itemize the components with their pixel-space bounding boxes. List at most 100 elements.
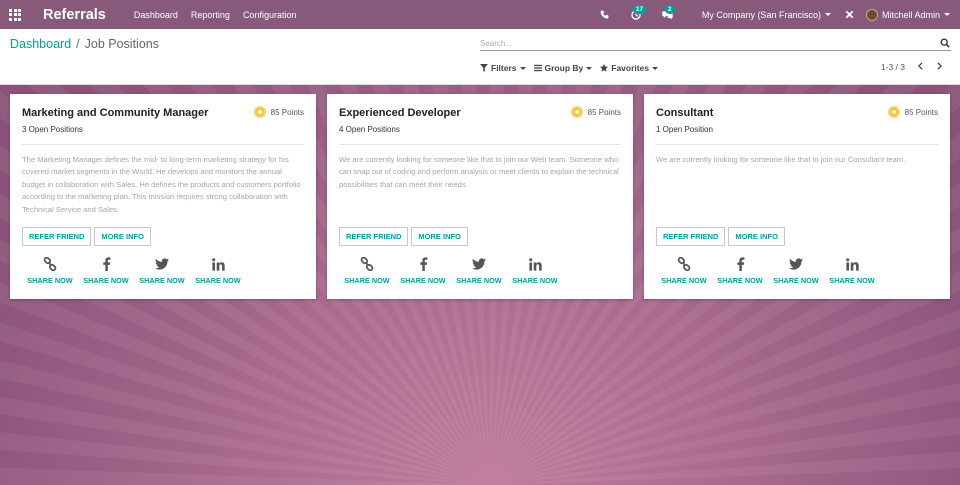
share-link[interactable]: SHARE NOW [656,257,712,285]
pager-value[interactable]: 1-3 / 3 [881,62,905,72]
job-description: We are currently looking for someone lik… [339,155,619,189]
user-menu[interactable]: Mitchell Admin [865,8,950,21]
share-now-label: SHARE NOW [83,276,129,285]
chevron-down-icon [519,66,526,70]
apps-menu-icon[interactable] [0,0,30,29]
search-input[interactable] [480,38,951,48]
control-panel: Dashboard / Job Positions Filters Group … [0,29,960,85]
chevron-down-icon [944,13,950,16]
messages-icon[interactable]: 2 [656,0,680,29]
share-linkedin[interactable]: SHARE NOW [824,257,880,285]
facebook-icon [102,257,111,271]
share-row: SHARE NOW SHARE NOW SHARE NOW SHARE NOW [339,257,563,285]
link-icon [360,257,374,271]
list-icon [533,64,542,72]
app-brand[interactable]: Referrals [43,7,106,23]
company-switcher[interactable]: My Company (San Francisco) [702,10,831,20]
facebook-icon [419,257,428,271]
menu-configuration[interactable]: Configuration [243,10,297,20]
twitter-icon [472,257,486,271]
filter-icon [480,64,488,72]
breadcrumb-separator: / [76,37,80,51]
page-title: Job Positions [84,37,159,51]
share-linkedin[interactable]: SHARE NOW [507,257,563,285]
share-now-label: SHARE NOW [400,276,446,285]
favorites-button[interactable]: Favorites [600,63,659,73]
search-icon[interactable] [940,38,950,50]
chevron-down-icon [824,13,831,16]
divider [656,144,938,145]
filters-button[interactable]: Filters [480,63,526,73]
points-badge: 85 Points [887,106,938,118]
card-actions: REFER FRIEND MORE INFO [22,227,151,246]
refer-friend-button[interactable]: REFER FRIEND [656,227,726,246]
share-now-label: SHARE NOW [195,276,241,285]
group-by-button[interactable]: Group By [533,63,593,73]
link-icon [43,257,57,271]
more-info-button[interactable]: MORE INFO [94,227,151,246]
coin-icon [253,106,266,118]
close-icon[interactable] [845,0,854,29]
star-icon [600,64,609,72]
more-info-button[interactable]: MORE INFO [728,227,785,246]
share-facebook[interactable]: SHARE NOW [712,257,768,285]
share-facebook[interactable]: SHARE NOW [78,257,134,285]
job-description: We are currently looking for someone lik… [656,155,906,164]
share-link[interactable]: SHARE NOW [339,257,395,285]
job-title[interactable]: Consultant [656,107,713,119]
share-now-label: SHARE NOW [512,276,558,285]
card-actions: REFER FRIEND MORE INFO [656,227,785,246]
chevron-down-icon [586,66,593,70]
more-info-button[interactable]: MORE INFO [411,227,468,246]
chevron-right-icon[interactable] [936,62,943,72]
card-actions: REFER FRIEND MORE INFO [339,227,468,246]
refer-friend-button[interactable]: REFER FRIEND [339,227,409,246]
user-name: Mitchell Admin [881,9,940,20]
share-now-label: SHARE NOW [829,276,875,285]
chevron-left-icon[interactable] [917,62,924,72]
phone-icon[interactable] [598,0,612,29]
navbar-systray: 17 2 My Company (San Francisco) Mitchell… [598,0,960,29]
job-card[interactable]: Experienced Developer 4 Open Positions 8… [327,94,633,299]
open-positions: 4 Open Positions [339,125,400,134]
share-facebook[interactable]: SHARE NOW [395,257,451,285]
job-description: The Marketing Manager defines the mid- t… [22,155,301,214]
points-badge: 85 Points [570,106,621,118]
linkedin-icon [211,257,225,271]
share-now-label: SHARE NOW [773,276,819,285]
pager: 1-3 / 3 [881,62,943,72]
top-navbar: Referrals Dashboard Reporting Configurat… [0,0,960,29]
points-value: 85 Points [587,107,621,117]
job-title[interactable]: Experienced Developer [339,107,461,119]
twitter-icon [155,257,169,271]
share-twitter[interactable]: SHARE NOW [768,257,824,285]
points-value: 85 Points [270,107,304,117]
job-card[interactable]: Consultant 1 Open Position 85 Points We … [644,94,950,299]
menu-dashboard[interactable]: Dashboard [134,10,178,20]
job-title[interactable]: Marketing and Community Manager [22,107,208,119]
share-now-label: SHARE NOW [717,276,763,285]
share-linkedin[interactable]: SHARE NOW [190,257,246,285]
share-twitter[interactable]: SHARE NOW [134,257,190,285]
menu-reporting[interactable]: Reporting [191,10,230,20]
search-options: Filters Group By Favorites [480,63,659,73]
link-icon [677,257,691,271]
favorites-label: Favorites [611,63,650,73]
group-by-label: Group By [544,63,584,73]
search-bar [480,36,951,51]
share-link[interactable]: SHARE NOW [22,257,78,285]
twitter-icon [789,257,803,271]
divider [339,144,621,145]
open-positions: 3 Open Positions [22,125,83,134]
filters-label: Filters [491,63,517,73]
points-badge: 85 Points [253,106,304,118]
share-now-label: SHARE NOW [344,276,390,285]
share-now-label: SHARE NOW [27,276,73,285]
share-twitter[interactable]: SHARE NOW [451,257,507,285]
job-card[interactable]: Marketing and Community Manager 3 Open P… [10,94,316,299]
breadcrumb-dashboard[interactable]: Dashboard [10,37,71,51]
activity-icon[interactable]: 17 [624,0,648,29]
coin-icon [887,106,900,118]
activity-badge: 17 [632,5,647,14]
refer-friend-button[interactable]: REFER FRIEND [22,227,92,246]
